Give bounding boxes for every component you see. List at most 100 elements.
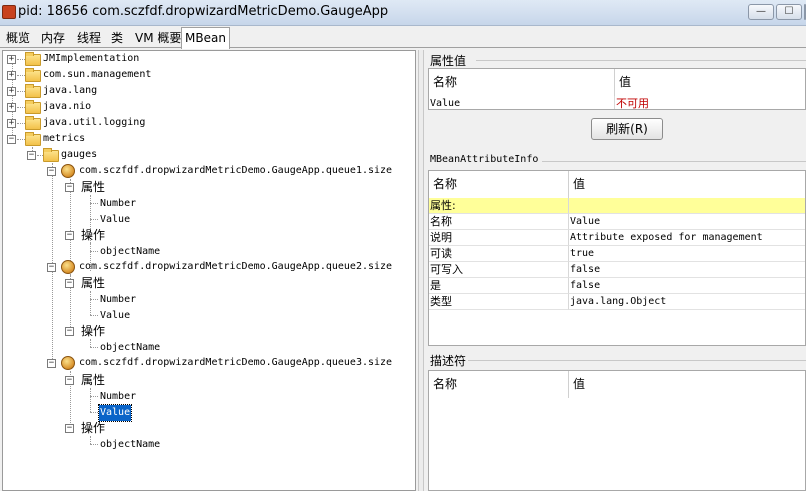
tree-connector <box>17 75 25 76</box>
tree-node-attributes[interactable]: 属性 <box>81 179 105 195</box>
mbean-icon <box>61 164 75 178</box>
table-cell-value[interactable]: true <box>569 246 805 262</box>
tree-node-attributes[interactable]: 属性 <box>81 372 105 388</box>
attribute-info-title: MBeanAttributeInfo <box>430 154 539 165</box>
tree-connector <box>90 251 98 252</box>
table-section-label[interactable]: 属性: <box>429 198 569 214</box>
collapse-icon[interactable]: − <box>47 359 56 368</box>
tree-leaf-number[interactable]: Number <box>100 389 136 405</box>
column-header-name[interactable]: 名称 <box>429 171 569 198</box>
tree-node-queue1-size[interactable]: com.sczfdf.dropwizardMetricDemo.GaugeApp… <box>79 163 392 179</box>
collapse-icon[interactable]: − <box>65 231 74 240</box>
table-cell-value[interactable]: false <box>569 278 805 294</box>
collapse-icon[interactable]: − <box>65 279 74 288</box>
mbean-icon <box>61 356 75 370</box>
tree-leaf-value[interactable]: Value <box>100 308 130 324</box>
table-cell-value[interactable]: Attribute exposed for management <box>569 230 805 246</box>
tree-node-com-sun-management[interactable]: com.sun.management <box>43 67 151 83</box>
tree-connector <box>90 347 98 348</box>
tree-node-attributes[interactable]: 属性 <box>81 275 105 291</box>
tree-node-operations[interactable]: 操作 <box>81 420 105 436</box>
collapse-icon[interactable]: − <box>27 151 36 160</box>
tree-node-queue3-size[interactable]: com.sczfdf.dropwizardMetricDemo.GaugeApp… <box>79 355 392 371</box>
attribute-info-table[interactable]: 名称 值 属性: 名称 Value 说明 Attribute exposed f… <box>428 170 806 346</box>
tree-node-operations[interactable]: 操作 <box>81 227 105 243</box>
collapse-icon[interactable]: − <box>65 376 74 385</box>
folder-icon <box>25 116 41 130</box>
java-app-icon <box>2 5 16 19</box>
table-cell-value[interactable]: false <box>569 262 805 278</box>
table-cell-name[interactable]: 名称 <box>429 214 569 230</box>
tree-node-gauges[interactable]: gauges <box>61 147 97 163</box>
tree-leaf-objectname[interactable]: objectName <box>100 340 160 356</box>
column-header-name[interactable]: 名称 <box>429 69 615 96</box>
tab-overview[interactable]: 概览 <box>3 29 33 48</box>
expand-icon[interactable]: + <box>7 119 16 128</box>
tree-connector <box>17 123 25 124</box>
mbean-icon <box>61 260 75 274</box>
collapse-icon[interactable]: − <box>47 167 56 176</box>
column-header-value[interactable]: 值 <box>569 171 805 198</box>
column-header-name[interactable]: 名称 <box>429 371 569 398</box>
tree-leaf-value[interactable]: Value <box>100 212 130 228</box>
minimize-button[interactable]: — <box>748 4 774 20</box>
collapse-icon[interactable]: − <box>7 135 16 144</box>
tree-leaf-objectname[interactable]: objectName <box>100 244 160 260</box>
window-titlebar: pid: 18656 com.sczfdf.dropwizardMetricDe… <box>0 0 806 26</box>
tab-memory[interactable]: 内存 <box>38 29 68 48</box>
details-pane: 属性值 名称 值 Value 不可用 刷新(R) MBeanAttributeI… <box>424 50 806 491</box>
tree-node-java-lang[interactable]: java.lang <box>43 83 97 99</box>
collapse-icon[interactable]: − <box>65 424 74 433</box>
mbean-tree[interactable]: + JMImplementation + com.sun.management … <box>2 50 416 491</box>
tree-leaf-number[interactable]: Number <box>100 292 136 308</box>
tree-node-java-util-logging[interactable]: java.util.logging <box>43 115 145 131</box>
tree-node-java-nio[interactable]: java.nio <box>43 99 91 115</box>
tree-node-metrics[interactable]: metrics <box>43 131 85 147</box>
tab-mbean[interactable]: MBean <box>181 27 230 49</box>
descriptor-title: 描述符 <box>430 354 467 368</box>
folder-icon <box>25 68 41 82</box>
maximize-button[interactable]: ☐ <box>776 4 802 20</box>
tab-threads[interactable]: 线程 <box>74 29 104 48</box>
table-cell-value[interactable]: Value <box>569 214 805 230</box>
column-header-value[interactable]: 值 <box>615 69 805 96</box>
table-cell-name[interactable]: 类型 <box>429 294 569 310</box>
table-cell-name[interactable]: Value <box>429 96 615 109</box>
expand-icon[interactable]: + <box>7 87 16 96</box>
tree-node-operations[interactable]: 操作 <box>81 323 105 339</box>
tree-connector <box>90 388 91 412</box>
tree-connector <box>17 91 25 92</box>
tree-connector <box>90 299 98 300</box>
expand-icon[interactable]: + <box>7 103 16 112</box>
table-cell-name[interactable]: 是 <box>429 278 569 294</box>
attribute-values-table[interactable]: 名称 值 Value 不可用 <box>428 68 806 110</box>
table-cell-name[interactable]: 可写入 <box>429 262 569 278</box>
expand-icon[interactable]: + <box>7 55 16 64</box>
tab-classes[interactable]: 类 <box>108 29 126 48</box>
tree-connector <box>17 59 25 60</box>
tree-node-jmimplementation[interactable]: JMImplementation <box>43 51 139 67</box>
table-cell-value[interactable]: 不可用 <box>615 96 805 109</box>
tree-leaf-number[interactable]: Number <box>100 196 136 212</box>
tree-node-queue2-size[interactable]: com.sczfdf.dropwizardMetricDemo.GaugeApp… <box>79 259 392 275</box>
tree-connector <box>90 339 91 347</box>
table-cell-name[interactable]: 可读 <box>429 246 569 262</box>
tree-connector <box>90 396 98 397</box>
tree-leaf-value-selected[interactable]: Value <box>97 404 133 422</box>
refresh-button[interactable]: 刷新(R) <box>591 118 663 140</box>
collapse-icon[interactable]: − <box>47 263 56 272</box>
expand-icon[interactable]: + <box>7 71 16 80</box>
descriptor-table[interactable]: 名称 值 <box>428 370 806 491</box>
column-header-value[interactable]: 值 <box>569 371 805 398</box>
table-cell-value[interactable]: java.lang.Object <box>569 294 805 310</box>
tree-leaf-objectname[interactable]: objectName <box>100 437 160 453</box>
tab-bar: 概览 内存 线程 类 VM 概要 MBean <box>0 26 806 49</box>
tree-connector <box>90 315 98 316</box>
tab-vm-summary[interactable]: VM 概要 <box>132 29 184 48</box>
collapse-icon[interactable]: − <box>65 327 74 336</box>
tree-connector <box>90 436 91 444</box>
folder-icon <box>25 100 41 114</box>
collapse-icon[interactable]: − <box>65 183 74 192</box>
table-cell-name[interactable]: 说明 <box>429 230 569 246</box>
group-border <box>468 360 806 361</box>
